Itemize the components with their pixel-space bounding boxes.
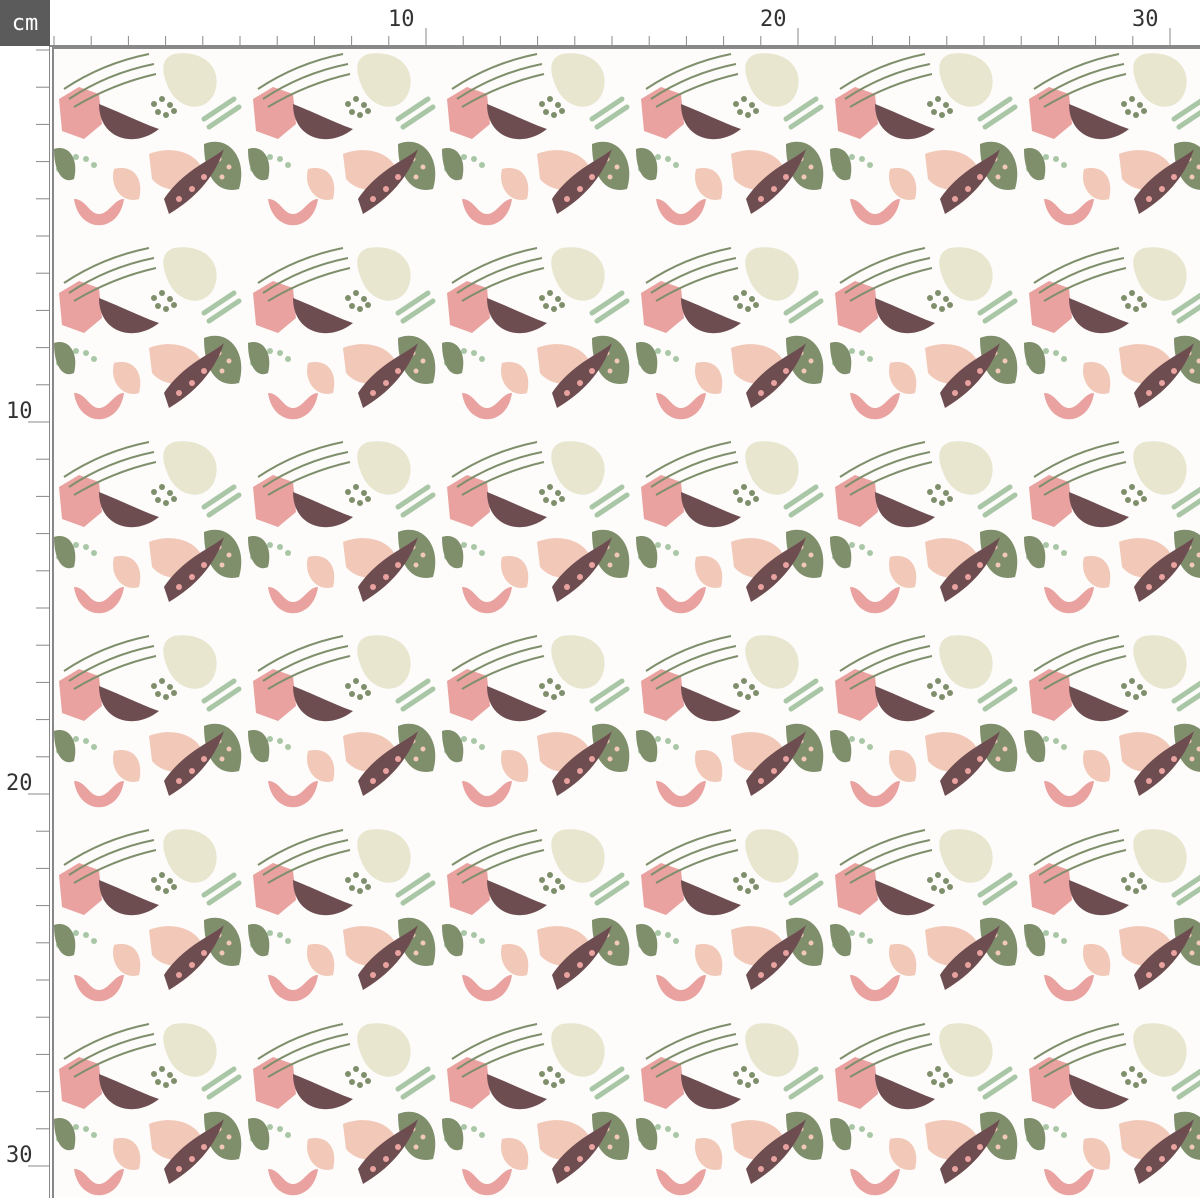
- left-ruler-label-30: 30: [6, 1143, 33, 1168]
- left-ruler: 10 20 30: [6, 46, 50, 1198]
- top-ruler-label-20: 20: [760, 7, 787, 32]
- fabric-swatch: [52, 47, 1200, 1198]
- abstract-pattern: [54, 49, 1200, 1198]
- top-ruler: 10 20 30: [50, 7, 1200, 47]
- fabric-preview: cm 10 20 30 10 20 30: [0, 0, 1200, 1198]
- top-ruler-label-30: 30: [1132, 7, 1159, 32]
- top-ruler-label-10: 10: [388, 7, 415, 32]
- left-ruler-label-10: 10: [6, 399, 33, 424]
- unit-label: cm: [0, 0, 50, 46]
- left-ruler-label-20: 20: [6, 771, 33, 796]
